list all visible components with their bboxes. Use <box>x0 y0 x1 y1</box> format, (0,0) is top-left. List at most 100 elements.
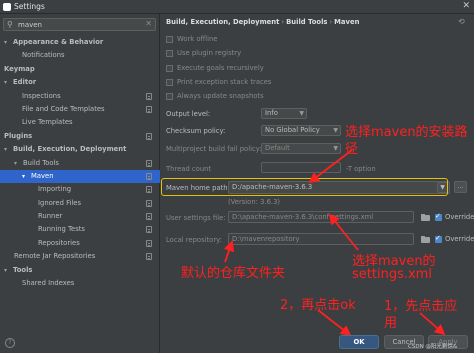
tree-item-label: Shared Indexes <box>22 279 75 288</box>
tree-item-label: Running Tests <box>38 225 85 234</box>
tree-item-label: Ignored Files <box>38 198 82 207</box>
help-icon[interactable]: ? <box>5 338 15 348</box>
tree-item-label: File and Code Templates <box>22 104 105 113</box>
project-settings-icon <box>146 92 152 100</box>
local-repo-label: Local repository: <box>166 236 222 244</box>
tree-item-label: Tools <box>13 265 33 274</box>
tree-item-label: Keymap <box>4 64 35 73</box>
local-repo-input[interactable]: D:\mavenrepository <box>228 233 414 245</box>
chevron-down-icon: ▼ <box>333 127 338 134</box>
ok-button[interactable]: OK <box>339 335 379 349</box>
tree-item-label: Editor <box>13 78 37 87</box>
tree-item[interactable]: Importing <box>0 183 160 196</box>
dropdown-value: Info <box>265 109 278 117</box>
breadcrumb-item: Maven <box>334 18 360 26</box>
checkbox-box[interactable] <box>166 50 173 57</box>
browse-button[interactable]: … <box>454 181 467 193</box>
annotation-step2: 2，再点击ok <box>280 298 356 313</box>
tree-item-label: Appearance & Behavior <box>13 38 104 46</box>
output-level-dropdown[interactable]: Info ▼ <box>261 108 307 119</box>
checkbox-box[interactable] <box>166 93 173 100</box>
checksum-policy-label: Checksum policy: <box>166 127 226 135</box>
highlight-box <box>161 178 448 196</box>
tree-item[interactable]: ▾ Build Tools <box>0 157 160 170</box>
annotation-select-settings-2: settings.xml <box>352 267 432 282</box>
tree-item[interactable]: Shared Indexes <box>0 277 160 290</box>
checkbox-label: Work offline <box>177 35 218 43</box>
title-bar: Settings ✕ <box>0 0 474 14</box>
multiproject-policy-dropdown[interactable]: Default ▼ <box>261 143 341 154</box>
override-label: Override <box>445 235 474 243</box>
tree-item[interactable]: Live Templates <box>0 116 160 129</box>
window-title: Settings <box>14 2 45 11</box>
breadcrumb: Build, Execution, Deployment › Build Tools… <box>166 17 465 26</box>
checkbox-label: Use plugin registry <box>177 49 242 57</box>
tree-item[interactable]: Repositories <box>0 237 160 250</box>
user-settings-label: User settings file: <box>166 214 226 222</box>
close-icon[interactable]: ✕ <box>462 1 470 11</box>
project-settings-icon <box>146 239 152 247</box>
checkbox-box[interactable] <box>166 79 173 86</box>
reset-icon[interactable]: ⟲ <box>458 17 465 26</box>
tree-item[interactable]: Keymap <box>0 63 160 76</box>
tree-item[interactable]: ▾ Tools <box>0 264 160 277</box>
tree-item[interactable]: Runner <box>0 210 160 223</box>
folder-icon[interactable] <box>421 235 431 243</box>
annotation-default-repo: 默认的仓库文件夹 <box>181 266 286 281</box>
chevron-down-icon[interactable]: ▾ <box>4 36 7 49</box>
project-settings-icon <box>146 213 152 221</box>
settings-sidebar: ⚲ ✕ ▾ Appearance & Behavior Notifications K… <box>0 14 160 353</box>
project-settings-icon <box>146 105 152 113</box>
user-settings-value: D:\apache-maven-3.6.3\conf\settings.xml <box>232 213 374 221</box>
chevron-down-icon: ▼ <box>299 110 304 117</box>
chevron-down-icon[interactable]: ▾ <box>4 264 7 277</box>
folder-icon[interactable] <box>421 213 431 221</box>
maven-version-text: (Version: 3.6.3) <box>228 198 281 206</box>
tree-item[interactable]: Ignored Files <box>0 197 160 210</box>
tree-item-label: Inspections <box>22 91 61 100</box>
checkbox-label: Always update snapshots <box>177 92 264 100</box>
checkbox-checked-icon[interactable] <box>435 234 442 243</box>
tree-item[interactable]: Plugins <box>0 130 160 143</box>
tree-item-label: Build Tools <box>23 158 59 167</box>
settings-tree: ▾ Appearance & Behavior Notifications Keyma… <box>0 36 160 290</box>
tree-item[interactable]: Inspections <box>0 90 160 103</box>
tree-item-label: Remote Jar Repositories <box>14 252 96 261</box>
tree-item-label: Repositories <box>38 238 80 247</box>
tree-item-label: Live Templates <box>22 118 73 127</box>
tree-item[interactable]: ▾ Build, Execution, Deployment <box>0 143 160 156</box>
chevron-down-icon: ▼ <box>333 145 338 152</box>
breadcrumb-item: Build Tools <box>286 18 328 26</box>
tree-item[interactable]: ▾ Appearance & Behavior <box>0 36 160 49</box>
tree-item-label: Notifications <box>22 51 65 60</box>
tree-item[interactable]: File and Code Templates <box>0 103 160 116</box>
tree-item-label: Runner <box>38 212 63 221</box>
checkbox-checked-icon[interactable] <box>435 212 442 221</box>
project-settings-icon <box>146 132 152 140</box>
tree-item-label: Importing <box>38 185 72 194</box>
project-settings-icon <box>146 226 152 234</box>
chevron-down-icon[interactable]: ▾ <box>22 170 25 183</box>
search-input[interactable] <box>18 20 138 30</box>
project-settings-icon <box>146 186 152 194</box>
thread-count-input[interactable] <box>261 162 341 173</box>
project-settings-icon <box>146 253 152 261</box>
search-box[interactable]: ⚲ ✕ <box>3 18 156 31</box>
chevron-down-icon[interactable]: ▾ <box>14 157 17 170</box>
annotation-select-maven: 选择maven的安装路 <box>345 125 468 140</box>
tree-item[interactable]: Remote Jar Repositories <box>0 250 160 263</box>
checkbox-box[interactable] <box>166 65 173 72</box>
chevron-down-icon[interactable]: ▾ <box>4 143 7 156</box>
user-settings-input[interactable]: D:\apache-maven-3.6.3\conf\settings.xml <box>228 211 414 223</box>
checkbox-box[interactable] <box>166 36 173 43</box>
tree-item[interactable]: Notifications <box>0 49 160 62</box>
tree-item[interactable]: ▾ Editor <box>0 76 160 89</box>
search-icon: ⚲ <box>7 20 13 29</box>
tree-item-label: Plugins <box>4 131 33 140</box>
tree-item[interactable]: ▾ Maven <box>0 169 160 184</box>
checksum-policy-dropdown[interactable]: No Global Policy ▼ <box>261 125 341 136</box>
breadcrumb-item: Build, Execution, Deployment <box>166 18 280 26</box>
chevron-down-icon[interactable]: ▾ <box>4 76 7 89</box>
clear-search-icon[interactable]: ✕ <box>145 19 152 28</box>
tree-item[interactable]: Running Tests <box>0 223 160 236</box>
